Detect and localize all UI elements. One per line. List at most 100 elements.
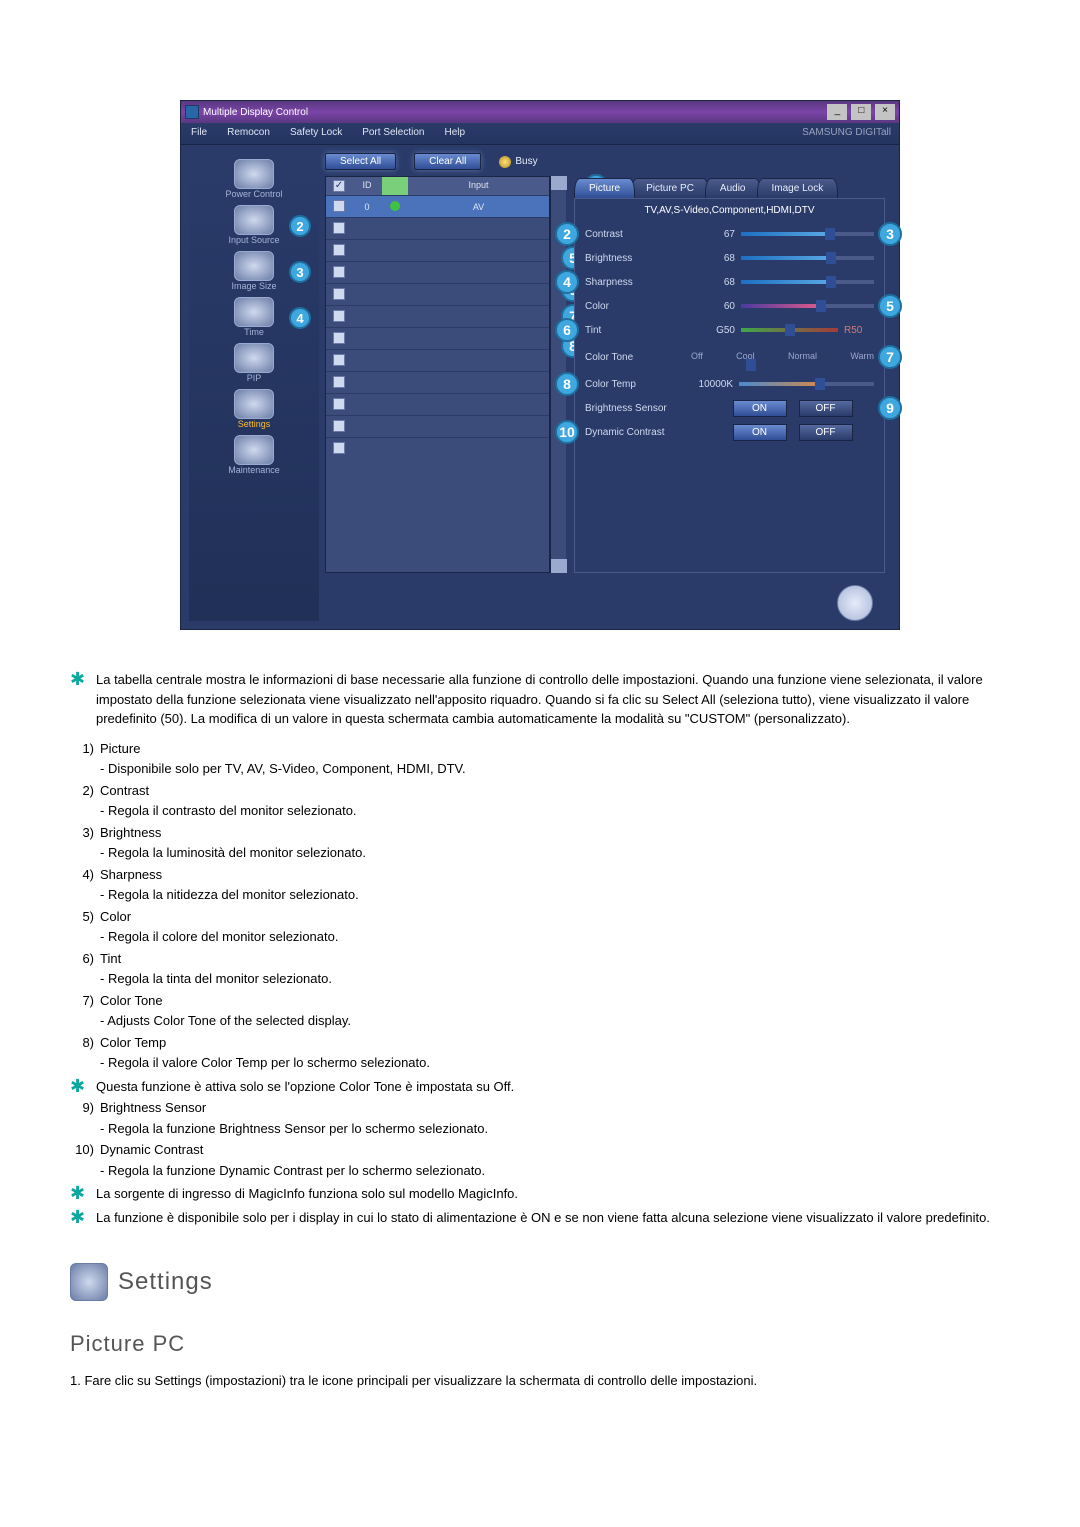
scroll-down-icon[interactable] xyxy=(551,559,567,573)
sidebar-item-settings[interactable]: Settings xyxy=(199,389,309,429)
bright-sensor-off-button[interactable]: OFF xyxy=(799,400,853,417)
slider-thumb[interactable] xyxy=(816,300,826,312)
list-row[interactable] xyxy=(326,261,549,283)
list-row[interactable] xyxy=(326,349,549,371)
list-row[interactable] xyxy=(326,327,549,349)
sidebar-item-pip[interactable]: PIP xyxy=(199,343,309,383)
tone-opt-warm: Warm xyxy=(850,351,874,361)
time-icon xyxy=(234,297,274,327)
slider-thumb[interactable] xyxy=(785,324,795,336)
slider-thumb[interactable] xyxy=(746,359,756,371)
power-control-icon xyxy=(234,159,274,189)
row-checkbox[interactable] xyxy=(333,420,345,432)
list-num: 4) xyxy=(70,865,100,905)
tab-picture-pc[interactable]: Picture PC xyxy=(631,178,709,198)
tab-image-lock[interactable]: Image Lock xyxy=(757,178,839,198)
slider-thumb[interactable] xyxy=(826,276,836,288)
list-title: Dynamic Contrast xyxy=(100,1140,1010,1160)
scroll-up-icon[interactable] xyxy=(551,176,567,190)
sidebar-label: PIP xyxy=(247,373,262,383)
row-checkbox[interactable] xyxy=(333,200,345,212)
value-tint-r: R50 xyxy=(844,325,874,336)
app-icon xyxy=(185,105,199,119)
sidebar-item-input-source[interactable]: Input Source 2 xyxy=(199,205,309,245)
row-checkbox[interactable] xyxy=(333,266,345,278)
dyn-contrast-off-button[interactable]: OFF xyxy=(799,424,853,441)
label-contrast: Contrast xyxy=(585,229,685,240)
app-window: Multiple Display Control _ □ × File Remo… xyxy=(180,100,900,630)
star-note-2: La sorgente di ingresso di MagicInfo fun… xyxy=(96,1184,518,1204)
list-sub: Disponibile solo per TV, AV, S-Video, Co… xyxy=(100,759,1010,779)
list-row[interactable] xyxy=(326,239,549,261)
menu-help[interactable]: Help xyxy=(434,123,475,144)
list-sub: Regola la funzione Brightness Sensor per… xyxy=(100,1119,1010,1139)
list-title: Tint xyxy=(100,949,1010,969)
maximize-button[interactable]: □ xyxy=(851,104,871,120)
slider-thumb[interactable] xyxy=(826,252,836,264)
slider-tint[interactable] xyxy=(741,328,838,332)
menu-port-selection[interactable]: Port Selection xyxy=(352,123,434,144)
info-button[interactable] xyxy=(837,585,873,621)
row-checkbox[interactable] xyxy=(333,442,345,454)
sidebar-item-time[interactable]: Time 4 xyxy=(199,297,309,337)
list-num: 5) xyxy=(70,907,100,947)
list-row[interactable] xyxy=(326,371,549,393)
list-row[interactable] xyxy=(326,437,549,459)
menubar: File Remocon Safety Lock Port Selection … xyxy=(181,123,899,145)
select-all-button[interactable]: Select All xyxy=(325,153,396,170)
header-chk-icon xyxy=(333,180,345,192)
list-header: ID Input xyxy=(326,177,549,195)
row-checkbox[interactable] xyxy=(333,354,345,366)
tab-picture[interactable]: Picture xyxy=(574,178,635,198)
menu-safety-lock[interactable]: Safety Lock xyxy=(280,123,352,144)
list-row-0[interactable]: 0 AV xyxy=(326,195,549,217)
intro-text: La tabella centrale mostra le informazio… xyxy=(96,670,1010,729)
row-checkbox[interactable] xyxy=(333,376,345,388)
row-checkbox[interactable] xyxy=(333,288,345,300)
minimize-button[interactable]: _ xyxy=(827,104,847,120)
label-sharpness: Sharpness xyxy=(585,277,685,288)
menu-remocon[interactable]: Remocon xyxy=(217,123,280,144)
list-sub: Adjusts Color Tone of the selected displ… xyxy=(100,1011,1010,1031)
slider-thumb[interactable] xyxy=(825,228,835,240)
list-row[interactable] xyxy=(326,283,549,305)
row-checkbox[interactable] xyxy=(333,310,345,322)
callout-8l: 8 xyxy=(555,372,579,396)
list-num: 8) xyxy=(70,1033,100,1073)
sidebar-item-power-control[interactable]: Power Control xyxy=(199,159,309,199)
sidebar-item-image-size[interactable]: Image Size 3 xyxy=(199,251,309,291)
section-title: Settings xyxy=(118,1268,213,1296)
slider-color-temp[interactable] xyxy=(739,382,874,386)
menu-file[interactable]: File xyxy=(181,123,217,144)
sidebar-item-maintenance[interactable]: Maintenance xyxy=(199,435,309,475)
slider-sharpness[interactable] xyxy=(741,280,874,284)
list-num: 10) xyxy=(70,1140,100,1180)
list-row[interactable] xyxy=(326,393,549,415)
list-sub: Regola la funzione Dynamic Contrast per … xyxy=(100,1161,1010,1181)
pip-icon xyxy=(234,343,274,373)
tone-opt-normal: Normal xyxy=(788,351,817,361)
star-icon: ✱ xyxy=(70,1208,88,1226)
row-checkbox[interactable] xyxy=(333,332,345,344)
row-checkbox[interactable] xyxy=(333,222,345,234)
value-color-temp: 10000K xyxy=(673,379,733,390)
row-checkbox[interactable] xyxy=(333,244,345,256)
label-color-temp: Color Temp xyxy=(585,379,667,390)
slider-brightness[interactable] xyxy=(741,256,874,260)
clear-all-button[interactable]: Clear All xyxy=(414,153,481,170)
list-sub: Regola la luminosità del monitor selezio… xyxy=(100,843,1010,863)
bright-sensor-on-button[interactable]: ON xyxy=(733,400,787,417)
list-row[interactable] xyxy=(326,217,549,239)
close-button[interactable]: × xyxy=(875,104,895,120)
list-row[interactable] xyxy=(326,305,549,327)
slider-contrast[interactable] xyxy=(741,232,874,236)
dyn-contrast-on-button[interactable]: ON xyxy=(733,424,787,441)
tab-audio[interactable]: Audio xyxy=(705,178,761,198)
slider-thumb[interactable] xyxy=(815,378,825,390)
settings-section-icon xyxy=(70,1263,108,1301)
row-checkbox[interactable] xyxy=(333,398,345,410)
maintenance-icon xyxy=(234,435,274,465)
list-row[interactable] xyxy=(326,415,549,437)
top-buttons: Select All Clear All Busy xyxy=(325,153,885,170)
slider-color[interactable] xyxy=(741,304,874,308)
